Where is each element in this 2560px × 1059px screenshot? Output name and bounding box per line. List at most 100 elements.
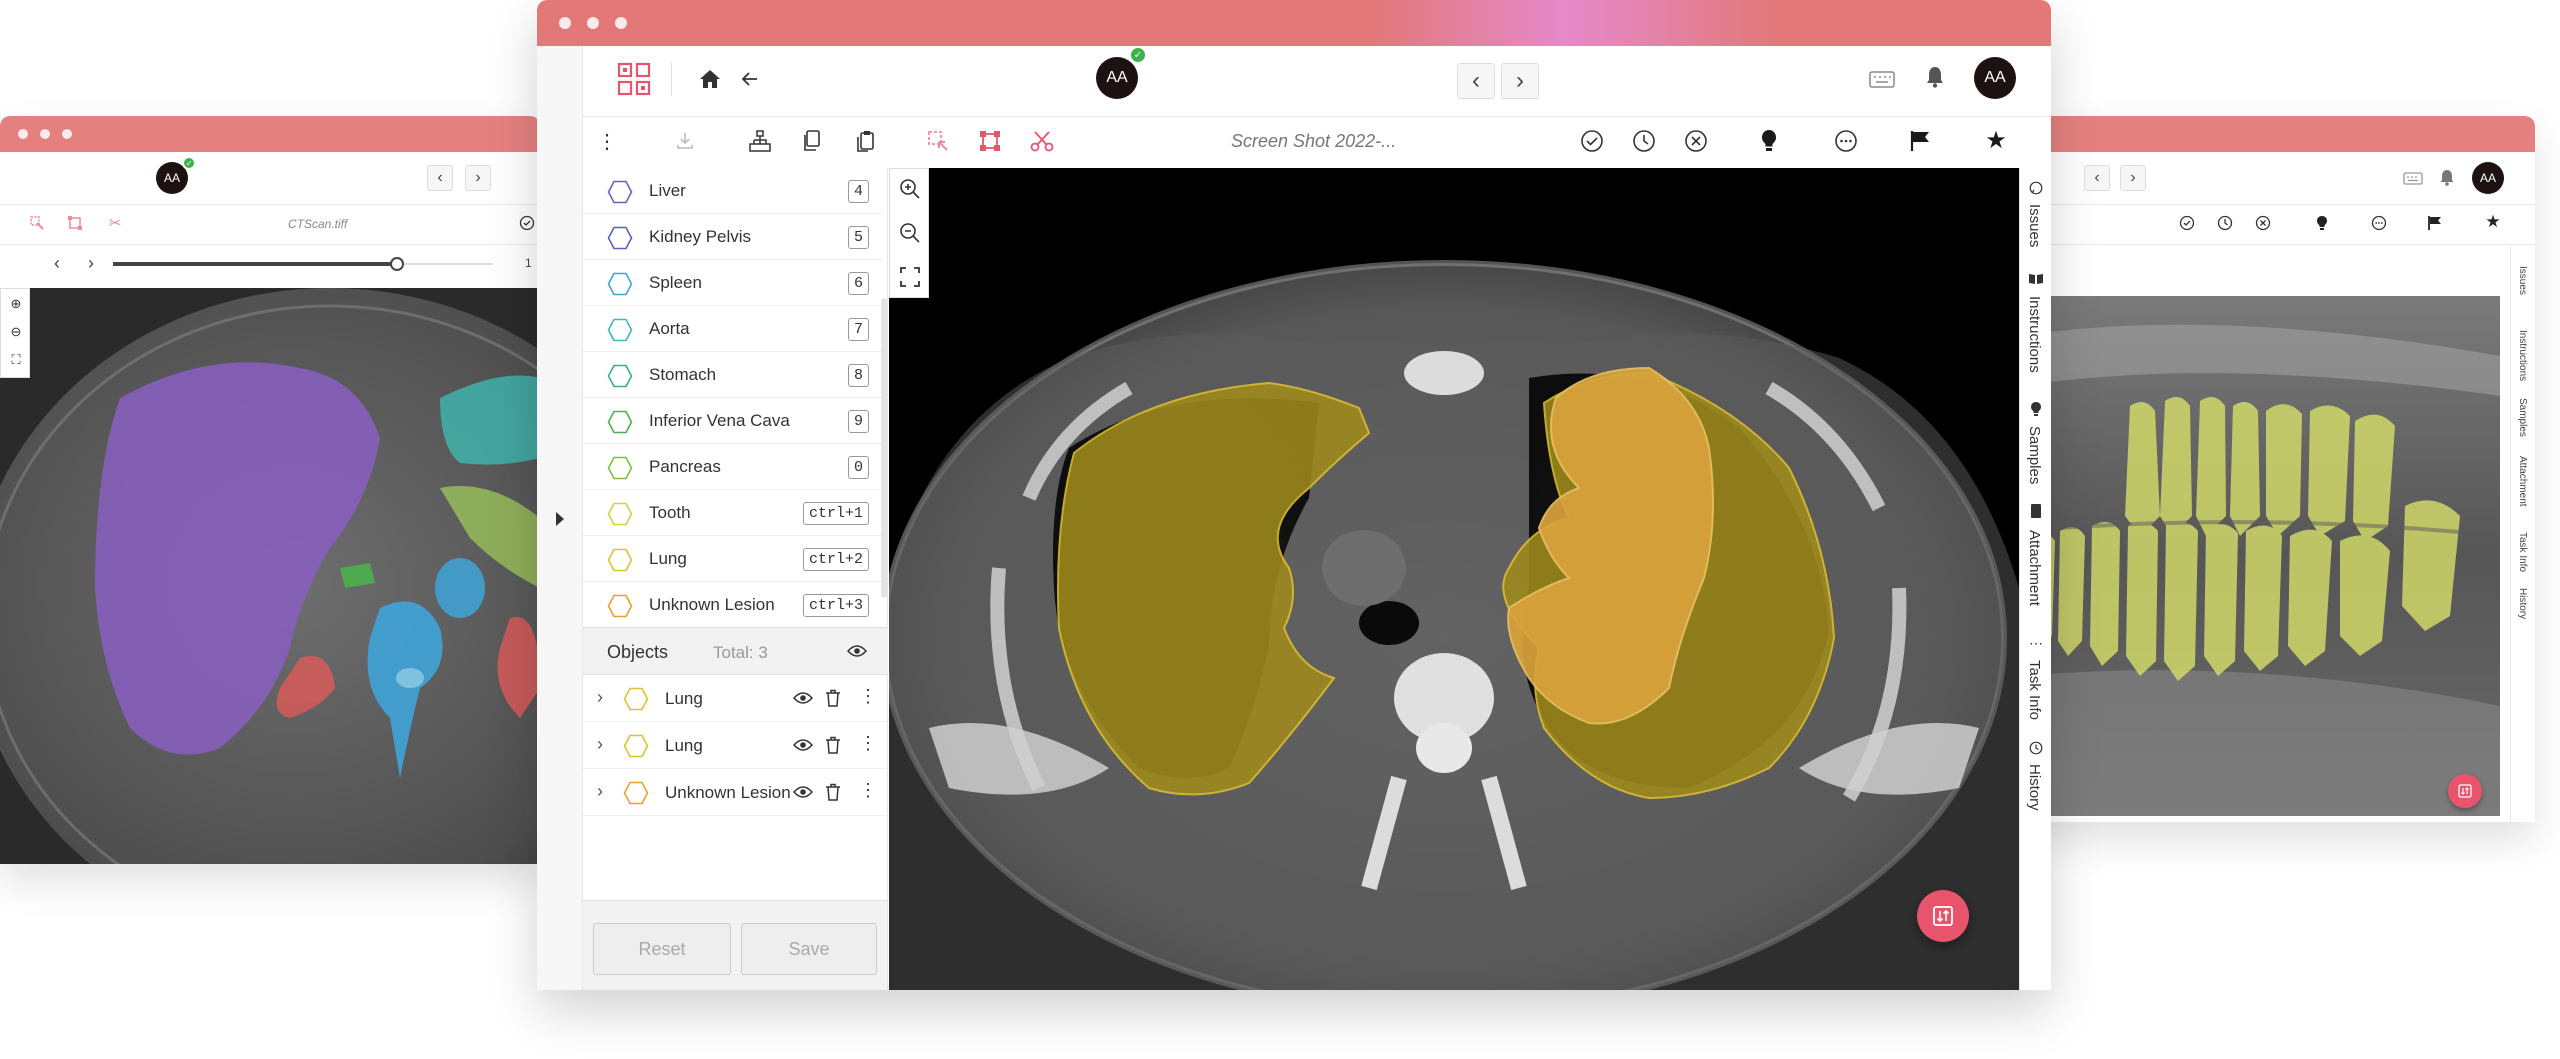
window-dot (18, 129, 28, 139)
download-icon[interactable] (673, 128, 697, 154)
flag-icon[interactable] (1907, 128, 1933, 154)
tab-history[interactable]: History (2026, 764, 2043, 811)
class-item[interactable]: Liver 4 (583, 168, 883, 214)
chevron-right-icon[interactable]: › (465, 165, 491, 191)
select-tool-icon[interactable] (28, 214, 46, 232)
hint-bulb-icon[interactable] (1759, 128, 1779, 154)
chevron-right-icon[interactable]: › (84, 253, 98, 273)
tab-task-info[interactable]: Task Info (2026, 660, 2043, 720)
class-item[interactable]: Lung ctrl+2 (583, 536, 883, 582)
chevron-right-icon[interactable]: › (597, 781, 603, 802)
tab-history[interactable]: History (2517, 588, 2528, 619)
object-item[interactable]: › Lung ⋮ (583, 722, 888, 769)
user-avatar[interactable]: AA (1974, 57, 2016, 99)
tab-issues[interactable]: Issues (2026, 204, 2043, 247)
hint-bulb-icon[interactable] (2314, 214, 2330, 232)
fullscreen-icon[interactable] (898, 265, 922, 289)
class-item[interactable]: Spleen 6 (583, 260, 883, 306)
chevron-right-icon[interactable]: › (2120, 165, 2146, 191)
class-name: Pancreas (649, 456, 721, 476)
flag-icon[interactable] (2426, 214, 2444, 232)
zoom-in-icon[interactable] (898, 177, 922, 201)
reset-status-icon[interactable] (2216, 214, 2234, 232)
chevron-left-icon[interactable]: ‹ (427, 165, 453, 191)
tab-instructions[interactable]: Instructions (2026, 296, 2043, 373)
tab-instructions[interactable]: Instructions (2517, 330, 2528, 381)
slice-slider-handle[interactable] (390, 257, 404, 271)
trash-icon[interactable] (825, 783, 841, 806)
class-item[interactable]: Pancreas 0 (583, 444, 883, 490)
zoom-in-icon[interactable]: ⊕ (7, 295, 25, 313)
approve-icon[interactable] (518, 214, 536, 232)
fullscreen-icon[interactable]: ⛶ (7, 351, 25, 369)
more-vertical-icon[interactable]: ⋮ (859, 780, 877, 801)
chevron-right-icon[interactable]: › (597, 734, 603, 755)
compare-button[interactable] (1917, 890, 1969, 942)
star-icon[interactable]: ★ (2484, 212, 2502, 231)
eye-icon[interactable] (792, 785, 814, 804)
object-item[interactable]: › Unknown Lesion ⋮ (583, 769, 888, 816)
reject-icon[interactable] (2254, 214, 2272, 232)
approve-icon[interactable] (2178, 214, 2196, 232)
class-item[interactable]: Unknown Lesion ctrl+3 (583, 582, 883, 626)
chevron-right-icon[interactable]: › (1501, 63, 1539, 99)
compare-button[interactable] (2448, 774, 2482, 808)
tab-attachment[interactable]: Attachment (2026, 530, 2043, 606)
eye-icon[interactable] (792, 691, 814, 710)
grid-logo-icon[interactable] (615, 60, 653, 98)
copy-icon[interactable] (799, 128, 825, 154)
tab-task-info[interactable]: Task Info (2517, 532, 2528, 572)
tab-samples[interactable]: Samples (2517, 398, 2528, 437)
class-item[interactable]: Tooth ctrl+1 (583, 490, 883, 536)
home-icon[interactable] (697, 66, 723, 92)
comment-icon[interactable] (1833, 128, 1859, 154)
tab-attachment[interactable]: Attachment (2517, 456, 2528, 507)
comment-icon[interactable] (2370, 214, 2388, 232)
class-item[interactable]: Inferior Vena Cava 9 (583, 398, 883, 444)
chevron-left-icon[interactable]: ‹ (1457, 63, 1495, 99)
class-shortcut: ctrl+1 (802, 502, 869, 525)
main-ct-viewer (889, 168, 2019, 990)
more-vertical-icon[interactable]: ⋮ (859, 733, 877, 754)
paste-icon[interactable] (853, 128, 879, 154)
more-vertical-icon[interactable]: ⋮ (859, 686, 877, 707)
chevron-left-icon[interactable]: ‹ (2084, 165, 2110, 191)
zoom-out-icon[interactable] (898, 221, 922, 245)
class-item[interactable]: Stomach 8 (583, 352, 883, 398)
tab-samples[interactable]: Samples (2026, 426, 2043, 484)
bell-icon[interactable] (2438, 168, 2456, 186)
chevron-left-icon[interactable]: ‹ (50, 253, 64, 273)
scissors-icon[interactable]: ✂ (106, 214, 124, 232)
zoom-out-icon[interactable]: ⊖ (7, 323, 25, 341)
right-avatar[interactable]: AA (2472, 162, 2504, 194)
box-select-icon[interactable] (66, 214, 84, 232)
select-tool-icon[interactable] (925, 128, 951, 154)
more-vertical-icon[interactable]: ⋮ (597, 128, 617, 154)
reset-button[interactable]: Reset (593, 923, 731, 975)
approve-icon[interactable] (1579, 128, 1605, 154)
main-avatar[interactable]: AA (1096, 57, 1138, 99)
back-arrow-icon[interactable] (737, 66, 763, 92)
chevron-right-icon[interactable]: › (597, 687, 603, 708)
save-button[interactable]: Save (741, 923, 877, 975)
class-list-scrollbar[interactable] (881, 298, 887, 598)
trash-icon[interactable] (825, 736, 841, 759)
reject-icon[interactable] (1683, 128, 1709, 154)
class-item[interactable]: Kidney Pelvis 5 (583, 214, 883, 260)
trash-icon[interactable] (825, 689, 841, 712)
box-select-icon[interactable] (977, 128, 1003, 154)
star-icon[interactable]: ★ (1983, 127, 2009, 154)
keyboard-icon[interactable] (1867, 68, 1897, 90)
eye-icon[interactable] (845, 640, 869, 662)
eye-icon[interactable] (792, 738, 814, 757)
keyboard-icon[interactable] (2402, 170, 2424, 186)
scissors-icon[interactable] (1029, 128, 1055, 154)
bell-icon[interactable] (1923, 64, 1947, 90)
hierarchy-icon[interactable] (747, 128, 773, 154)
tab-issues[interactable]: Issues (2517, 266, 2528, 295)
object-item[interactable]: › Lung ⋮ (583, 675, 888, 722)
slice-slider-track[interactable] (113, 257, 493, 271)
expand-panel-icon[interactable] (551, 508, 569, 530)
reset-status-icon[interactable] (1631, 128, 1657, 154)
class-item[interactable]: Aorta 7 (583, 306, 883, 352)
